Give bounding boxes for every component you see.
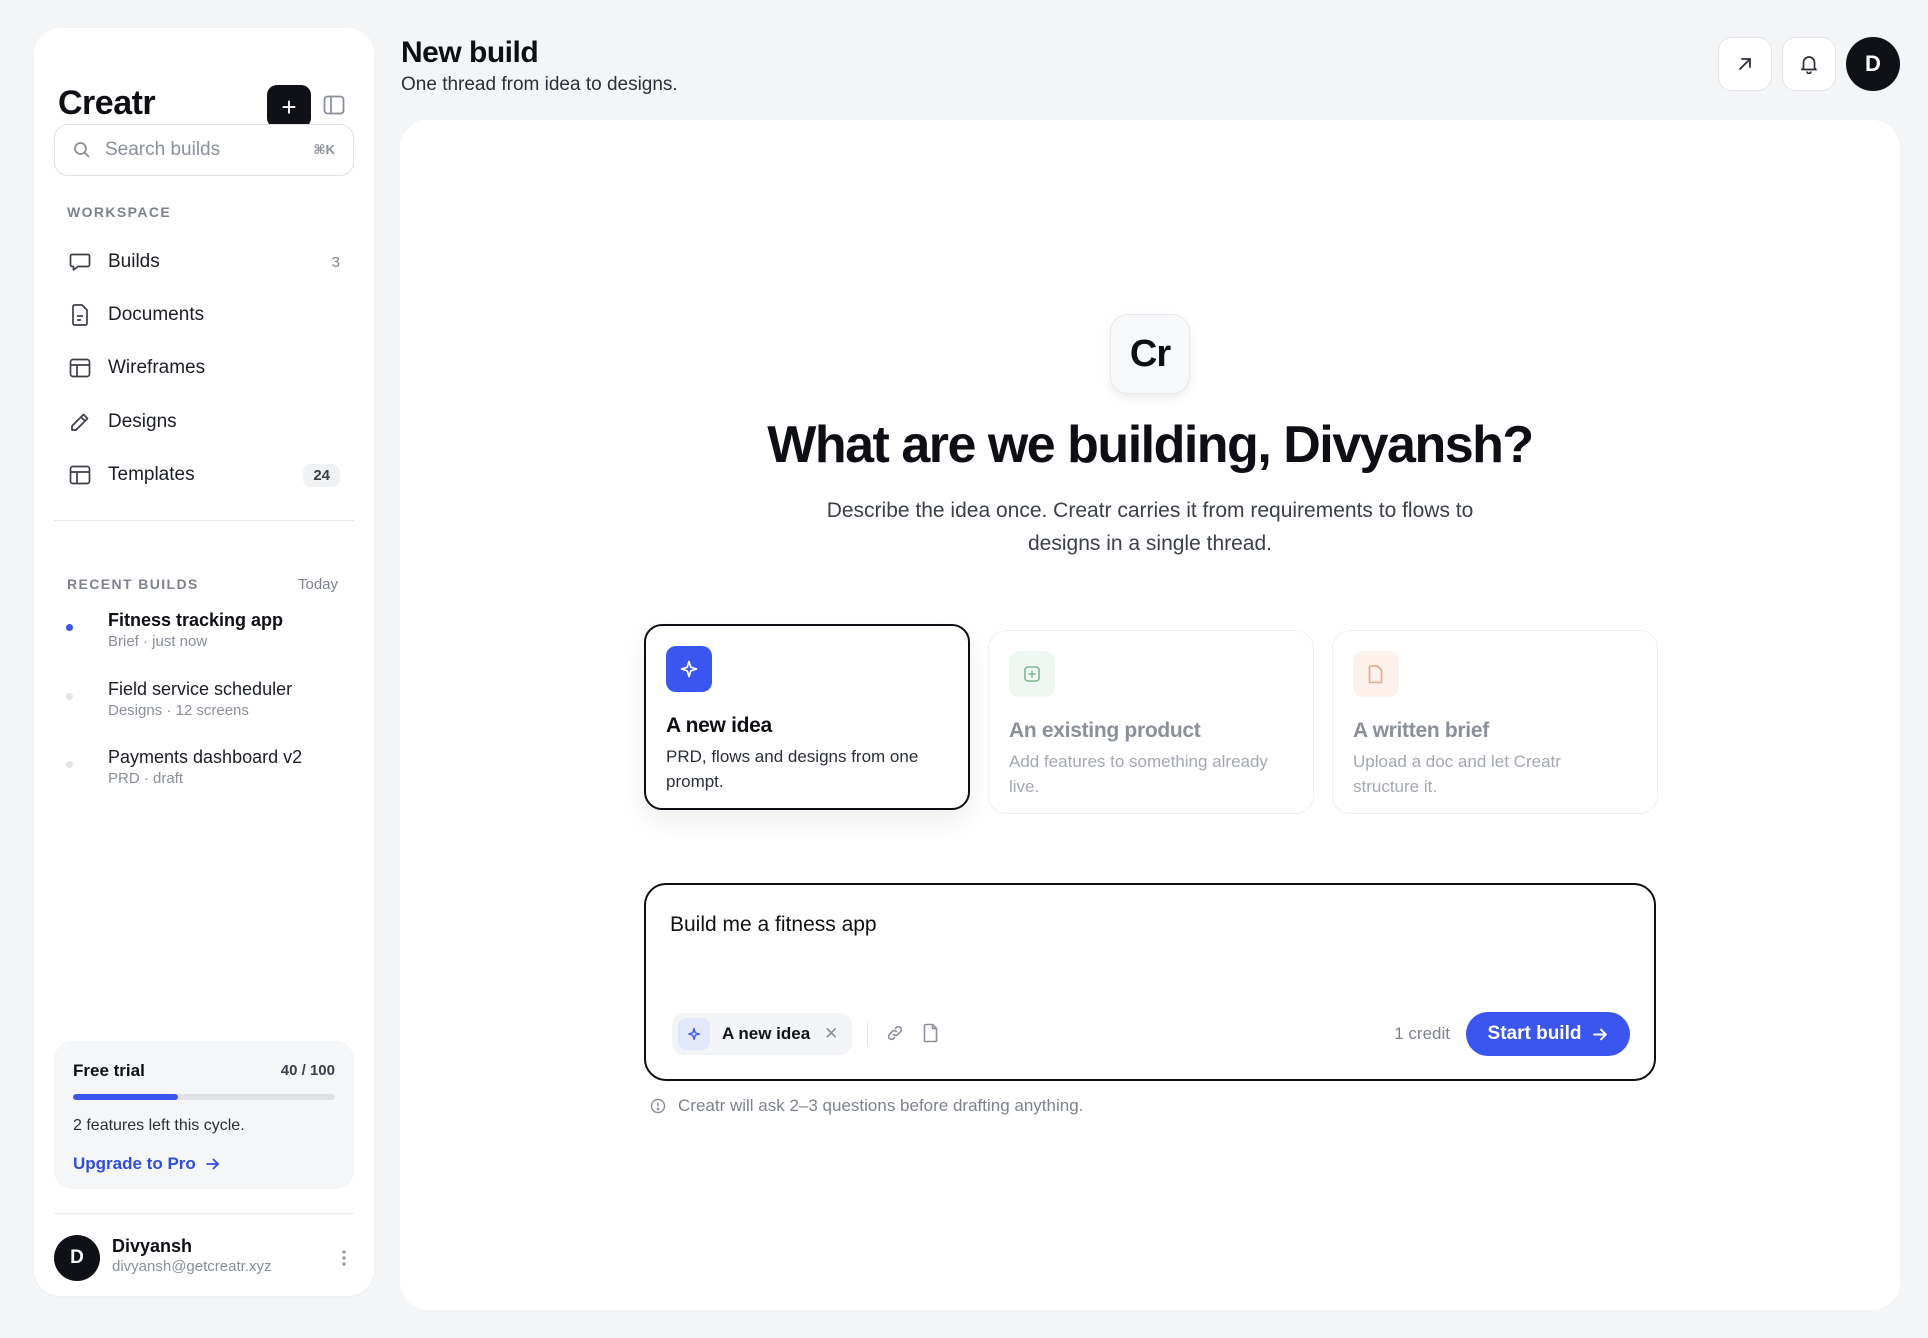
option-written-brief[interactable]: A written brief Upload a doc and let Cre… bbox=[1332, 630, 1658, 814]
more-options-icon[interactable] bbox=[334, 1247, 354, 1269]
start-build-button[interactable]: Start build bbox=[1466, 1012, 1630, 1056]
sidebar-toggle-button[interactable] bbox=[322, 93, 346, 117]
close-icon[interactable]: ✕ bbox=[824, 1024, 838, 1044]
attach-file-button[interactable] bbox=[918, 1020, 944, 1046]
hint-text: Creatr will ask 2–3 questions before dra… bbox=[678, 1096, 1084, 1115]
trial-usage-count: 40 / 100 bbox=[280, 1062, 335, 1079]
search-box[interactable]: ⌘K bbox=[54, 124, 354, 176]
page-subtitle: One thread from idea to designs. bbox=[401, 74, 678, 95]
arrow-right-icon bbox=[205, 1158, 219, 1170]
recent-build-title: Payments dashboard v2 bbox=[108, 747, 303, 767]
option-title: A new idea bbox=[666, 714, 772, 737]
recent-builds-label: RECENT BUILDS bbox=[67, 576, 199, 592]
sidebar: Creatr + ⌘K WORKSPACE Builds 3 Documents… bbox=[34, 28, 374, 1296]
file-icon bbox=[923, 1023, 938, 1043]
recent-build-item[interactable]: Payments dashboard v2 PRD · draft bbox=[54, 747, 354, 791]
recent-build-meta: Brief · just now bbox=[108, 633, 208, 650]
sidebar-item-designs[interactable]: Designs bbox=[54, 400, 354, 444]
creatr-logo-tile: Cr bbox=[1110, 314, 1190, 394]
notifications-button[interactable] bbox=[1782, 37, 1836, 91]
search-shortcut: ⌘K bbox=[313, 142, 335, 157]
file-icon bbox=[1353, 651, 1399, 697]
attach-link-button[interactable] bbox=[882, 1020, 908, 1046]
recent-build-title: Field service scheduler bbox=[108, 679, 293, 699]
free-trial-card: Free trial 40 / 100 2 features left this… bbox=[54, 1041, 354, 1189]
trial-label: Free trial bbox=[73, 1061, 145, 1080]
info-icon bbox=[650, 1098, 666, 1114]
mode-chip-label: A new idea bbox=[722, 1024, 811, 1043]
recent-build-item[interactable]: Field service scheduler Designs · 12 scr… bbox=[54, 679, 354, 723]
option-existing-product[interactable]: An existing product Add features to some… bbox=[988, 630, 1314, 814]
option-description: Upload a doc and let Creatr structure it… bbox=[1353, 752, 1561, 796]
active-indicator bbox=[66, 624, 73, 631]
search-input[interactable] bbox=[105, 139, 285, 161]
workspace-label: WORKSPACE bbox=[67, 204, 172, 220]
sidebar-divider bbox=[54, 520, 354, 521]
pencil-icon bbox=[68, 410, 92, 434]
sidebar-item-label: Designs bbox=[108, 411, 177, 432]
upgrade-link[interactable]: Upgrade to Pro bbox=[73, 1154, 220, 1174]
trial-progress-bar bbox=[73, 1094, 335, 1100]
sidebar-item-label: Documents bbox=[108, 304, 205, 325]
prompt-composer: A new idea ✕ 1 credit Start build bbox=[644, 883, 1656, 1081]
option-title: An existing product bbox=[1009, 719, 1201, 742]
sidebar-divider bbox=[54, 1213, 354, 1214]
sidebar-item-wireframes[interactable]: Wireframes bbox=[54, 346, 354, 390]
sidebar-item-templates[interactable]: Templates 24 bbox=[54, 453, 354, 497]
header-avatar[interactable]: D bbox=[1846, 37, 1900, 91]
recent-build-meta: Designs · 12 screens bbox=[108, 702, 249, 719]
sidebar-item-label: Wireframes bbox=[108, 357, 206, 378]
chat-bubble-icon bbox=[68, 250, 92, 274]
option-description: Add features to something already live. bbox=[1009, 752, 1268, 796]
status-dot bbox=[66, 761, 73, 768]
toolbar-divider bbox=[867, 1021, 868, 1045]
sparkle-icon bbox=[666, 646, 712, 692]
prompt-input[interactable] bbox=[670, 913, 1570, 973]
template-icon bbox=[68, 463, 92, 487]
search-icon bbox=[74, 142, 90, 158]
start-build-label: Start build bbox=[1487, 1023, 1582, 1044]
sidebar-item-documents[interactable]: Documents bbox=[54, 293, 354, 337]
recent-build-title: Fitness tracking app bbox=[108, 610, 284, 630]
arrow-right-icon bbox=[1593, 1028, 1608, 1040]
new-build-button[interactable]: + bbox=[267, 85, 311, 128]
user-name: Divyansh bbox=[112, 1236, 193, 1256]
trial-note: 2 features left this cycle. bbox=[73, 1117, 245, 1134]
sparkle-icon bbox=[678, 1018, 710, 1050]
recent-build-meta: PRD · draft bbox=[108, 770, 184, 787]
share-button[interactable] bbox=[1718, 37, 1772, 91]
arrow-up-right-icon bbox=[1739, 58, 1751, 70]
sidebar-item-builds[interactable]: Builds 3 bbox=[54, 240, 354, 284]
credit-cost: 1 credit bbox=[1394, 1024, 1450, 1043]
templates-count: 24 bbox=[303, 463, 340, 487]
builds-count: 3 bbox=[331, 253, 340, 271]
plus-icon: + bbox=[281, 91, 297, 122]
sidebar-item-label: Templates bbox=[108, 464, 195, 485]
user-email: divyansh@getcreatr.xyz bbox=[112, 1258, 272, 1275]
recent-build-item[interactable]: Fitness tracking app Brief · just now bbox=[54, 610, 354, 654]
page-title: New build bbox=[401, 36, 539, 69]
mode-chip[interactable]: A new idea ✕ bbox=[672, 1013, 853, 1055]
brand-logo: Creatr bbox=[58, 84, 156, 122]
plus-square-icon bbox=[1009, 651, 1055, 697]
recent-builds-when: Today bbox=[298, 576, 339, 593]
layout-icon bbox=[68, 356, 92, 380]
bell-icon bbox=[1801, 56, 1817, 74]
main-panel: Cr What are we building, Divyansh? Descr… bbox=[400, 120, 1900, 1310]
upgrade-label: Upgrade to Pro bbox=[73, 1154, 196, 1173]
sidebar-item-label: Builds bbox=[108, 251, 160, 272]
link-icon bbox=[887, 1025, 903, 1041]
option-title: A written brief bbox=[1353, 719, 1489, 742]
trial-progress-fill bbox=[73, 1094, 178, 1100]
option-new-idea[interactable]: A new idea PRD, flows and designs from o… bbox=[644, 624, 970, 810]
hero-description: Describe the idea once. Creatr carries i… bbox=[826, 499, 1474, 555]
avatar: D bbox=[54, 1235, 100, 1281]
option-description: PRD, flows and designs from one prompt. bbox=[666, 747, 919, 791]
status-dot bbox=[66, 693, 73, 700]
document-icon bbox=[68, 303, 92, 327]
sidebar-panel-icon bbox=[323, 95, 345, 115]
user-profile[interactable]: D Divyansh divyansh@getcreatr.xyz bbox=[54, 1233, 354, 1283]
composer-hint: Creatr will ask 2–3 questions before dra… bbox=[650, 1096, 1083, 1116]
hero-heading: What are we building, Divyansh? bbox=[767, 416, 1534, 474]
